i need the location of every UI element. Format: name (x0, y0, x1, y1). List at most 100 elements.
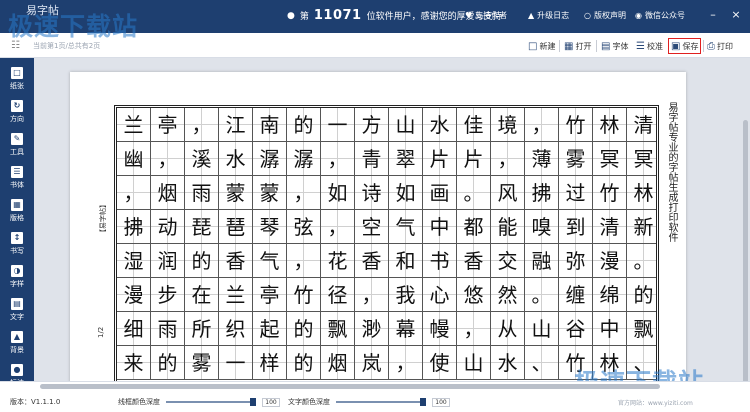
grid-icon: ▦ (11, 198, 23, 211)
copyright-link[interactable]: ○ 版权声明 (584, 10, 626, 21)
slider-knob[interactable] (420, 398, 426, 406)
sidebar-item-orientation[interactable]: ↻ 方向 (0, 95, 34, 128)
sidebar-item-char-sample[interactable]: ◑ 字样 (0, 260, 34, 293)
font-icon: ▤ (601, 40, 611, 52)
grid-cell: 香 (219, 244, 253, 278)
slider-knob[interactable] (250, 398, 256, 406)
grid-cell: 片 (423, 142, 457, 176)
text-icon: ▤ (11, 297, 23, 310)
grid-cell: 青 (355, 142, 389, 176)
sidebar-item-grid[interactable]: ▦ 版格 (0, 194, 34, 227)
grid-cell: 。 (525, 278, 559, 312)
wechat-icon: ◉ (635, 11, 642, 20)
side-mark: 【易字帖】 (99, 201, 107, 236)
new-file-icon: □ (528, 40, 538, 52)
toolbar-divider (559, 40, 560, 52)
grid-cell: 雨 (151, 312, 185, 346)
tool-icon: ✎ (11, 132, 23, 145)
sidebar-item-paper[interactable]: □ 纸张 (0, 62, 34, 95)
sidebar-item-tool[interactable]: ✎ 工具 (0, 128, 34, 161)
print-button[interactable]: ⎙ 打印 (707, 38, 733, 54)
background-icon: ▲ (11, 330, 23, 343)
grid-cell: 蒙 (253, 176, 287, 210)
vertical-scrollbar[interactable] (743, 120, 748, 381)
toolbar-divider (703, 40, 704, 52)
text-color-value[interactable]: 100 (432, 397, 450, 407)
grid-cell: 雾 (185, 346, 219, 380)
wechat-link[interactable]: ◉ 微信公众号 (635, 10, 685, 21)
grid-cell: 烟 (151, 176, 185, 210)
script-style-icon: ☰ (11, 165, 23, 178)
grid-cell: 漫 (593, 244, 627, 278)
grid-cell: 都 (457, 210, 491, 244)
sidebar-item-background[interactable]: ▲ 背景 (0, 326, 34, 359)
grid-cell: 的 (151, 346, 185, 380)
grid-cell: 画 (423, 176, 457, 210)
grid-cell: 兰 (219, 278, 253, 312)
horizontal-scrollbar[interactable] (40, 384, 660, 389)
new-label: 新建 (539, 41, 556, 51)
rank-prefix: 第 (299, 12, 309, 22)
grid-cell: 我 (389, 278, 423, 312)
grid-cell: ， (321, 142, 355, 176)
grid-cell: 幕 (389, 312, 423, 346)
close-icon[interactable]: × (729, 8, 743, 22)
font-button[interactable]: ▤ 字体 (601, 38, 628, 54)
grid-cell: 潺 (253, 142, 287, 176)
grid-cell: 、 (525, 346, 559, 380)
grid-cell: 竹 (593, 176, 627, 210)
open-button[interactable]: ▦ 打开 (564, 38, 591, 54)
page-number: 1/2 (97, 326, 105, 338)
grid-cell: ， (117, 176, 151, 210)
grid-cell: 岚 (355, 346, 389, 380)
sidebar-item-text[interactable]: ▤ 文字 (0, 293, 34, 326)
sidebar-item-label: 背景 (10, 345, 24, 354)
grid-cell: 径 (321, 278, 355, 312)
grid-cell: ， (525, 108, 559, 142)
grid-cell: 竹 (287, 278, 321, 312)
calibrate-label: 校准 (646, 41, 663, 51)
grid-cell: 香 (355, 244, 389, 278)
frame-color-value[interactable]: 100 (262, 397, 280, 407)
status-bar: 版本：V1.1.1.0 线框颜色深度 100 文字颜色深度 100 官方网站：w… (0, 381, 750, 412)
grid-cell: 江 (219, 108, 253, 142)
frame-color-slider[interactable] (166, 398, 256, 406)
grid-cell: 气 (389, 210, 423, 244)
support-author-link[interactable]: ♥ 支持作者 (465, 10, 507, 21)
grid-cell: ， (491, 142, 525, 176)
grid-cell: 步 (151, 278, 185, 312)
new-button[interactable]: □ 新建 (528, 38, 555, 54)
sidebar-item-writing[interactable]: ↕ 书写 (0, 227, 34, 260)
minimize-icon[interactable]: – (706, 8, 720, 22)
grid-cell: ， (287, 176, 321, 210)
grid-cell: 气 (253, 244, 287, 278)
grid-cell: 漫 (117, 278, 151, 312)
save-button[interactable]: ▣ 保存 (668, 38, 702, 54)
grid-cell: 方 (355, 108, 389, 142)
grid-cell: 琶 (219, 210, 253, 244)
frame-color-slider-group: 线框颜色深度 100 (118, 397, 280, 407)
paper-icon: □ (11, 66, 23, 79)
grid-cell: 中 (593, 312, 627, 346)
upgrade-log-link[interactable]: ▲ 升级日志 (528, 10, 569, 21)
grid-cell: 如 (321, 176, 355, 210)
grid-cell: 琵 (185, 210, 219, 244)
user-icon: ● (287, 10, 295, 21)
grid-cell: 拂 (117, 210, 151, 244)
font-label: 字体 (612, 41, 629, 51)
upgrade-log-label: 升级日志 (537, 11, 570, 20)
text-color-slider[interactable] (336, 398, 426, 406)
grid-cell: 清 (627, 108, 656, 142)
grid-cell: 湿 (117, 244, 151, 278)
grid-cell: ， (389, 346, 423, 380)
grid-cell: 动 (151, 210, 185, 244)
sidebar-item-script-style[interactable]: ☰ 书体 (0, 161, 34, 194)
calibrate-button[interactable]: ☰ 校准 (636, 38, 663, 54)
rank-number: 11071 (313, 8, 362, 23)
copyright-label: 版权声明 (593, 11, 626, 20)
grid-cell: 中 (423, 210, 457, 244)
grid-cell: 风 (491, 176, 525, 210)
grid-cell: 绵 (593, 278, 627, 312)
grid-cell: 山 (457, 346, 491, 380)
grid-cell: 翠 (389, 142, 423, 176)
